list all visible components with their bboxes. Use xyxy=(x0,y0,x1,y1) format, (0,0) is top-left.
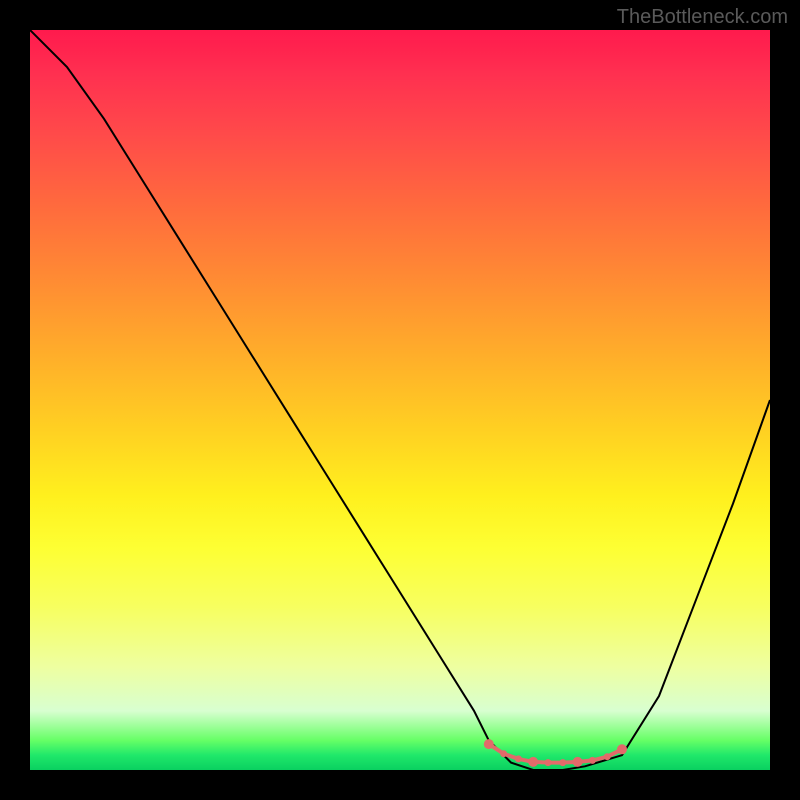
chart-svg xyxy=(30,30,770,770)
optimal-dot xyxy=(604,753,611,760)
optimal-dot xyxy=(545,759,552,766)
bottleneck-curve-line xyxy=(30,30,770,770)
watermark-text: TheBottleneck.com xyxy=(617,6,788,29)
optimal-dot xyxy=(528,757,538,767)
optimal-dot xyxy=(484,739,494,749)
optimal-region-dots xyxy=(484,739,627,767)
optimal-dot xyxy=(617,744,627,754)
optimal-dot xyxy=(573,757,583,767)
optimal-dot xyxy=(589,757,596,764)
optimal-dot xyxy=(559,759,566,766)
optimal-dot xyxy=(500,750,507,757)
optimal-dot xyxy=(515,755,522,762)
plot-area xyxy=(30,30,770,770)
